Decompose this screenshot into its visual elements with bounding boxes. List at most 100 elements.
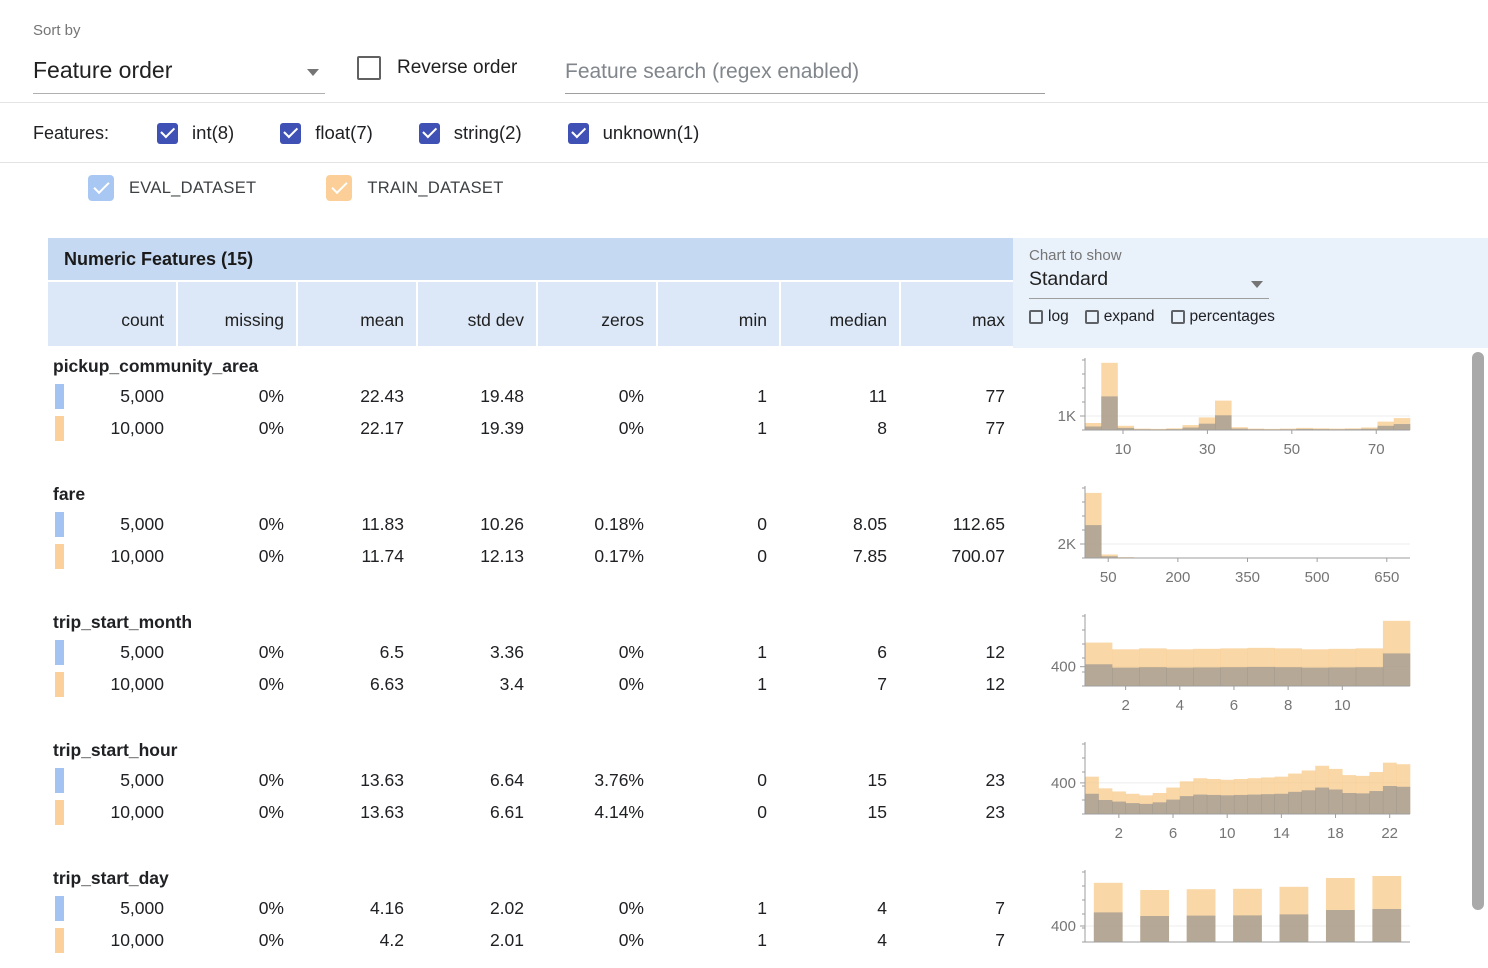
checkbox-checked-icon[interactable] (157, 123, 178, 144)
feature-type-filter[interactable]: float(7) (280, 122, 373, 144)
stat-cell: 7 (901, 892, 1017, 924)
y-axis-tick-label: 2K (1058, 536, 1076, 553)
stat-cell: 112.65 (901, 508, 1017, 540)
stat-cell: 10,000 (48, 668, 176, 700)
x-axis-tick-label: 8 (1284, 697, 1292, 714)
feature-block: trip_start_hour5,0000%13.636.643.76%0152… (48, 734, 1488, 862)
stat-cell: 1 (658, 924, 779, 956)
x-axis-tick-label: 6 (1169, 825, 1177, 842)
stat-cell: 0% (178, 380, 296, 412)
feature-type-filter[interactable]: int(8) (157, 122, 234, 144)
dataset-label: EVAL_DATASET (129, 179, 256, 198)
stat-cell: 0% (178, 412, 296, 444)
stat-cell: 5,000 (48, 636, 176, 668)
column-headers: countmissingmeanstd devzerosminmedianmax (48, 282, 1017, 346)
x-axis-tick-label: 18 (1327, 825, 1344, 842)
train-dataset-marker (55, 928, 64, 953)
feature-histogram: 400246810 (1040, 612, 1422, 716)
stat-cell: 1 (658, 892, 779, 924)
feature-block: pickup_community_area5,0000%22.4319.480%… (48, 350, 1488, 478)
feature-type-filter[interactable]: string(2) (419, 122, 522, 144)
stat-cell: 10,000 (48, 540, 176, 572)
train-dataset-marker (55, 416, 64, 441)
y-axis-tick-label: 400 (1051, 659, 1076, 676)
stat-cell: 0% (538, 668, 656, 700)
stat-cell: 0% (538, 412, 656, 444)
stat-cell: 0% (178, 508, 296, 540)
feature-block: trip_start_month5,0000%6.53.360%161210,0… (48, 606, 1488, 734)
stat-cell: 0 (658, 764, 779, 796)
x-axis-tick-label: 350 (1235, 569, 1260, 586)
checkbox-unchecked-icon[interactable] (1171, 310, 1185, 324)
reverse-order-checkbox[interactable] (357, 56, 381, 80)
reverse-order-label: Reverse order (397, 57, 517, 79)
stat-cell: 15 (781, 764, 899, 796)
y-axis-tick-label: 400 (1051, 918, 1076, 935)
stat-cell: 1 (658, 412, 779, 444)
stat-cell: 5,000 (48, 380, 176, 412)
column-header: median (781, 282, 899, 346)
stat-cell: 7 (781, 668, 899, 700)
reverse-order-toggle[interactable]: Reverse order (357, 56, 517, 80)
dataset-legend: EVAL_DATASET TRAIN_DATASET (88, 175, 574, 201)
dataset-checkbox[interactable] (326, 175, 352, 201)
chart-type-select[interactable]: Standard (1029, 268, 1269, 299)
dataset-checkbox[interactable] (88, 175, 114, 201)
stat-cell: 3.4 (418, 668, 536, 700)
stat-cell: 13.63 (298, 764, 416, 796)
stat-cell: 0% (178, 924, 296, 956)
stat-cell: 0% (178, 636, 296, 668)
stat-cell: 5,000 (48, 764, 176, 796)
chart-toggle-log[interactable]: log (1029, 308, 1069, 326)
feature-type-label: float(7) (315, 122, 373, 144)
stat-cell: 0% (178, 764, 296, 796)
feature-histogram: 400 (1040, 868, 1422, 968)
chart-toggle-expand[interactable]: expand (1085, 308, 1155, 326)
stat-cell: 0% (178, 668, 296, 700)
scrollbar-thumb[interactable] (1472, 352, 1484, 910)
stat-cell: 4.16 (298, 892, 416, 924)
feature-chart: 4002610141822 (1040, 740, 1422, 844)
stat-cell: 77 (901, 380, 1017, 412)
stat-cell: 12.13 (418, 540, 536, 572)
sort-by-label: Sort by (33, 22, 81, 39)
checkbox-checked-icon[interactable] (280, 123, 301, 144)
stat-cell: 12 (901, 668, 1017, 700)
feature-type-label: int(8) (192, 122, 234, 144)
chart-panel: Chart to show Standard log expand percenta… (1013, 238, 1488, 348)
dataset-toggle[interactable]: TRAIN_DATASET (326, 175, 503, 201)
stat-cell: 0% (178, 540, 296, 572)
sort-by-select[interactable]: Feature order (33, 48, 325, 94)
checkbox-checked-icon[interactable] (568, 123, 589, 144)
chart-type-value: Standard (1029, 268, 1108, 290)
x-axis-tick-label: 10 (1219, 825, 1236, 842)
chart-to-show-label: Chart to show (1029, 247, 1488, 264)
chart-toggle-label: percentages (1190, 308, 1275, 326)
chart-toggle-percentages[interactable]: percentages (1171, 308, 1275, 326)
stat-cell: 0.17% (538, 540, 656, 572)
train-dataset-marker (55, 800, 64, 825)
x-axis-tick-label: 22 (1381, 825, 1398, 842)
feature-type-filter[interactable]: unknown(1) (568, 122, 700, 144)
column-header: missing (178, 282, 296, 346)
stat-cell: 6.61 (418, 796, 536, 828)
feature-search-input[interactable] (565, 50, 1045, 94)
column-header: zeros (538, 282, 656, 346)
vertical-scrollbar[interactable] (1472, 350, 1484, 968)
feature-block: fare5,0000%11.8310.260.18%08.05112.6510,… (48, 478, 1488, 606)
stat-cell: 12 (901, 636, 1017, 668)
x-axis-tick-label: 200 (1165, 569, 1190, 586)
train-dataset-marker (55, 672, 64, 697)
x-axis-tick-label: 30 (1199, 441, 1216, 458)
eval-dataset-marker (55, 896, 64, 921)
feature-list: pickup_community_area5,0000%22.4319.480%… (48, 350, 1488, 968)
checkbox-unchecked-icon[interactable] (1085, 310, 1099, 324)
dataset-toggle[interactable]: EVAL_DATASET (88, 175, 256, 201)
column-header: count (48, 282, 176, 346)
stat-cell: 22.43 (298, 380, 416, 412)
checkbox-checked-icon[interactable] (419, 123, 440, 144)
stat-cell: 1 (658, 380, 779, 412)
checkbox-unchecked-icon[interactable] (1029, 310, 1043, 324)
x-axis-tick-label: 2 (1121, 697, 1129, 714)
eval-dataset-marker (55, 640, 64, 665)
